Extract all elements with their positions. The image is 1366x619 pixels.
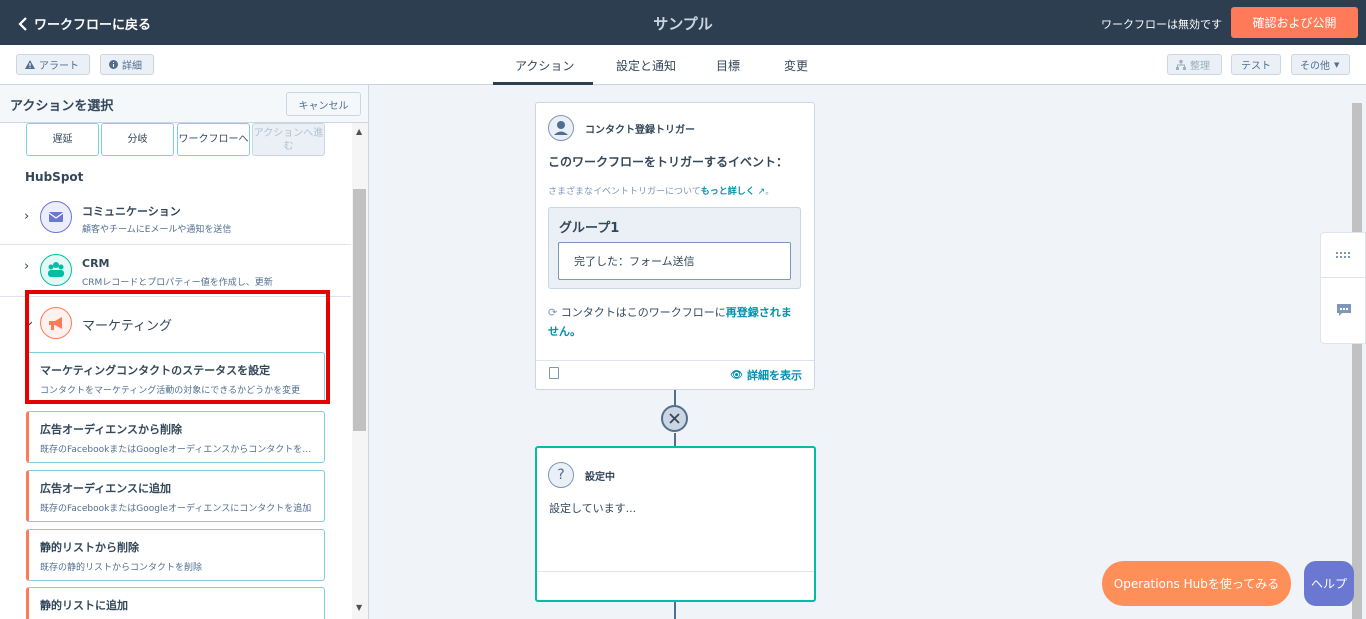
keypad-icon[interactable] <box>1336 249 1352 258</box>
go-to-action-tile: アクションへ進む <box>252 123 325 156</box>
external-link-icon: ↗ <box>754 187 766 197</box>
info-icon <box>109 60 118 69</box>
setup-title: 設定中 <box>585 472 615 483</box>
reenrollment-text: ⟳ コンタクトはこのワークフローに再登録されません。 <box>548 303 798 341</box>
highlight-box <box>25 290 330 404</box>
divider <box>1321 277 1366 278</box>
chevron-right-icon: › <box>24 209 30 224</box>
review-publish-button[interactable]: 確認および公開 <box>1231 7 1358 38</box>
action-item[interactable]: 広告オーディエンスから削除 既存のFacebookまたはGoogleオーディエン… <box>26 411 325 463</box>
action-title: 静的リストから削除 <box>40 541 139 554</box>
action-desc: 既存のFacebookまたはGoogleオーディエンスにコンタクトを追加 <box>40 504 312 514</box>
caret-down-icon: ▼ <box>1334 60 1340 69</box>
more-dropdown[interactable]: その他 ▼ <box>1291 54 1350 75</box>
card-divider <box>537 571 814 572</box>
more-label: その他 <box>1300 61 1330 72</box>
help-button[interactable]: ヘルプ <box>1304 561 1354 606</box>
card-divider <box>536 360 814 361</box>
tab-actions[interactable]: アクション <box>515 57 574 74</box>
category-name: コミュニケーション <box>82 205 181 218</box>
hubspot-section-label: HubSpot <box>25 170 84 184</box>
trigger-header: コンタクト登録トリガー <box>585 125 695 136</box>
alert-button[interactable]: アラート <box>16 54 90 75</box>
organize-icon <box>1176 59 1186 70</box>
people-icon <box>40 254 72 286</box>
action-panel: アクションを選択 キャンセル 遅延 分岐 ワークフローへ アクションへ進む Hu… <box>0 85 369 619</box>
organize-button[interactable]: 整理 <box>1167 54 1222 75</box>
action-desc: 既存の静的リストからコンタクトを削除 <box>40 563 203 573</box>
organize-label: 整理 <box>1190 61 1210 72</box>
details-button[interactable]: 詳細 <box>100 54 154 75</box>
category-desc: 顧客やチームにEメールや通知を送信 <box>82 225 232 235</box>
operations-hub-button[interactable]: Operations Hubを使ってみる <box>1102 561 1291 606</box>
action-desc: 既存のFacebookまたはGoogleオーディエンスからコンタクトを削除 <box>40 445 318 455</box>
action-title: 静的リストに追加 <box>40 599 128 612</box>
mail-icon <box>40 201 72 233</box>
connector-line <box>674 601 676 619</box>
reenroll-prefix: コンタクトはこのワークフローに <box>560 306 726 319</box>
category-desc: CRMレコードとプロパティー値を作成し、更新 <box>82 278 273 288</box>
category-name: CRM <box>82 257 110 270</box>
group-title: グループ1 <box>559 221 620 236</box>
workflow-canvas: コンタクト登録トリガー このワークフローをトリガーするイベント： さまざまなイベ… <box>369 85 1366 619</box>
learn-more-link[interactable]: もっと詳しく <box>701 187 755 197</box>
delay-tile[interactable]: 遅延 <box>26 123 99 156</box>
eye-icon: 👁 <box>730 369 743 381</box>
view-details-label: 詳細を表示 <box>747 369 802 382</box>
go-to-workflow-tile[interactable]: ワークフローへ <box>177 123 250 156</box>
connector-line <box>674 433 676 447</box>
chevron-right-icon: › <box>24 259 30 274</box>
delete-connection-icon[interactable] <box>661 405 688 432</box>
trigger-heading: このワークフローをトリガーするイベント： <box>548 155 789 169</box>
action-item[interactable]: 広告オーディエンスに追加 既存のFacebookまたはGoogleオーディエンス… <box>26 470 325 522</box>
divider <box>0 244 351 245</box>
alert-label: アラート <box>39 61 79 72</box>
learn-more-line: さまざまなイベントトリガーについてもっと詳しく ↗。 <box>548 187 775 197</box>
chevron-left-icon <box>18 16 27 31</box>
tab-goals[interactable]: 目標 <box>716 57 740 74</box>
chat-icon[interactable] <box>1336 303 1352 317</box>
trigger-group[interactable]: グループ1 完了した：フォーム送信 <box>548 207 801 289</box>
category-communication[interactable]: › コミュニケーション 顧客やチームにEメールや通知を送信 <box>0 195 351 245</box>
contact-icon <box>548 115 574 141</box>
tab-settings-notifications[interactable]: 設定と通知 <box>616 57 676 74</box>
clipboard-icon[interactable] <box>549 367 559 379</box>
learn-prefix: さまざまなイベントトリガーについて <box>548 187 701 197</box>
category-crm[interactable]: › CRM CRMレコードとプロパティー値を作成し、更新 <box>0 247 351 295</box>
cancel-button[interactable]: キャンセル <box>286 92 361 116</box>
panel-title: アクションを選択 <box>10 99 114 114</box>
trigger-card[interactable]: コンタクト登録トリガー このワークフローをトリガーするイベント： さまざまなイベ… <box>535 102 815 390</box>
sub-bar: アラート 詳細 アクション 設定と通知 目標 変更 整理 テスト その他 ▼ <box>0 45 1366 85</box>
view-details-link[interactable]: 👁 詳細を表示 <box>730 367 802 383</box>
question-icon: ? <box>548 462 574 488</box>
action-item[interactable]: 静的リストに追加 <box>26 587 325 619</box>
test-button[interactable]: テスト <box>1231 54 1281 75</box>
setup-action-card[interactable]: ? 設定中 設定しています... <box>535 446 816 602</box>
scroll-down-icon[interactable]: ▼ <box>356 603 362 612</box>
back-label: ワークフローに戻る <box>34 18 152 33</box>
scroll-up-icon[interactable]: ▲ <box>356 127 362 136</box>
warning-icon <box>25 60 35 69</box>
canvas-scrollbar[interactable] <box>1352 103 1362 619</box>
panel-header: アクションを選択 キャンセル <box>0 85 368 123</box>
scrollbar-thumb[interactable] <box>353 189 366 431</box>
action-title: 広告オーディエンスに追加 <box>40 482 172 495</box>
tab-changes[interactable]: 変更 <box>784 57 808 74</box>
back-to-workflows-link[interactable]: ワークフローに戻る <box>18 14 151 33</box>
side-widget <box>1320 232 1366 344</box>
workflow-status: ワークフローは無効です <box>1101 18 1222 31</box>
top-bar: ワークフローに戻る サンプル ワークフローは無効です 確認および公開 <box>0 0 1366 45</box>
action-item[interactable]: 静的リストから削除 既存の静的リストからコンタクトを削除 <box>26 529 325 581</box>
branch-tile[interactable]: 分岐 <box>101 123 174 156</box>
refresh-icon: ⟳ <box>548 306 561 319</box>
details-label: 詳細 <box>122 61 142 72</box>
condition-filter[interactable]: 完了した：フォーム送信 <box>558 242 791 280</box>
action-title: 広告オーディエンスから削除 <box>40 423 183 436</box>
setup-body: 設定しています... <box>549 502 637 515</box>
